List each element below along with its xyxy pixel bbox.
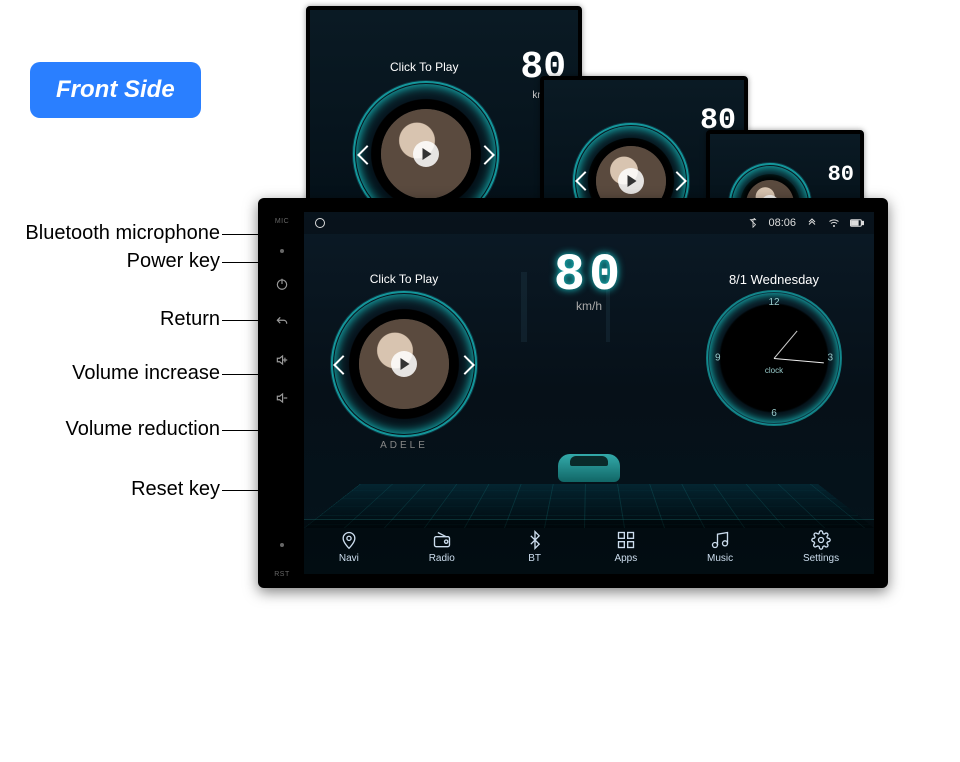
album-artist: ADELE [324,440,484,451]
nav-radio[interactable]: Radio [429,530,455,564]
play-icon[interactable] [391,351,417,377]
reset-hole[interactable] [280,543,284,547]
nav-label: Music [707,553,733,564]
battery-icon [850,218,864,228]
bluetooth-icon [525,530,545,550]
nav-label: Radio [429,553,455,564]
nav-navi[interactable]: Navi [339,530,359,564]
apps-grid-icon [616,530,636,550]
speed-value: 80 [828,162,854,187]
return-button[interactable] [274,315,290,329]
microphone-hole [280,249,284,253]
previous-icon[interactable] [333,355,353,375]
album-ring [332,292,476,436]
clock-center-label: clock [765,366,783,375]
click-to-play-label: Click To Play [324,272,484,286]
nav-apps[interactable]: Apps [614,530,637,564]
previous-icon[interactable] [357,145,377,165]
radio-icon [432,530,452,550]
mic-label: MIC [275,218,289,225]
clock-12: 12 [768,297,779,308]
click-to-play-label: Click To Play [390,60,458,74]
nav-label: Settings [803,553,839,564]
car-graphic [554,448,624,482]
status-time: 08:06 [768,217,796,229]
next-icon[interactable] [455,355,475,375]
label-return: Return [160,308,220,331]
volume-down-icon [275,391,289,405]
music-note-icon [710,530,730,550]
hour-hand [774,331,798,359]
label-volume-reduction: Volume reduction [65,418,220,441]
volume-up-button[interactable] [274,353,290,367]
minute-hand [774,358,824,363]
volume-down-button[interactable] [274,391,290,405]
clock-widget[interactable]: 8/1 Wednesday 12 3 6 9 clock [694,272,854,423]
car-head-unit: MIC RST 08:06 [258,198,888,588]
play-icon[interactable] [618,168,644,194]
nav-music[interactable]: Music [707,530,733,564]
chevron-up-icon [806,217,818,229]
gear-icon [811,530,831,550]
speed-value: 80 [554,246,624,305]
label-volume-increase: Volume increase [72,362,220,385]
bluetooth-icon [748,218,758,228]
touchscreen[interactable]: 08:06 80 km/h Click To Play ADELE 8 [304,212,874,574]
clock-6: 6 [771,408,777,419]
nav-label: Apps [614,553,637,564]
previous-icon[interactable] [575,171,595,191]
circle-icon[interactable] [314,217,326,229]
clock-9: 9 [715,353,721,364]
nav-label: BT [528,553,541,564]
nav-label: Navi [339,553,359,564]
map-pin-icon [339,530,359,550]
label-power-key: Power key [127,250,220,273]
wifi-icon [828,217,840,229]
next-icon[interactable] [475,145,495,165]
volume-up-icon [275,353,289,367]
music-widget[interactable]: Click To Play ADELE [324,272,484,451]
android-status-bar: 08:06 [304,212,874,234]
return-icon [275,315,289,329]
rst-label: RST [274,571,290,578]
label-reset-key: Reset key [131,478,220,501]
power-icon [275,277,289,291]
analog-clock: 12 3 6 9 clock [709,293,839,423]
nav-settings[interactable]: Settings [803,530,839,564]
nav-bluetooth[interactable]: BT [525,530,545,564]
hardware-button-strip: MIC RST [266,208,298,578]
app-dock: Navi Radio BT Apps Music Settings [304,519,874,574]
date-label: 8/1 Wednesday [694,272,854,287]
next-icon[interactable] [667,171,687,191]
play-icon[interactable] [413,141,439,167]
speedometer: 80 km/h [554,246,624,313]
power-button[interactable] [274,277,290,291]
label-bluetooth-mic: Bluetooth microphone [25,222,220,245]
clock-3: 3 [827,353,833,364]
front-side-badge: Front Side [30,62,201,118]
